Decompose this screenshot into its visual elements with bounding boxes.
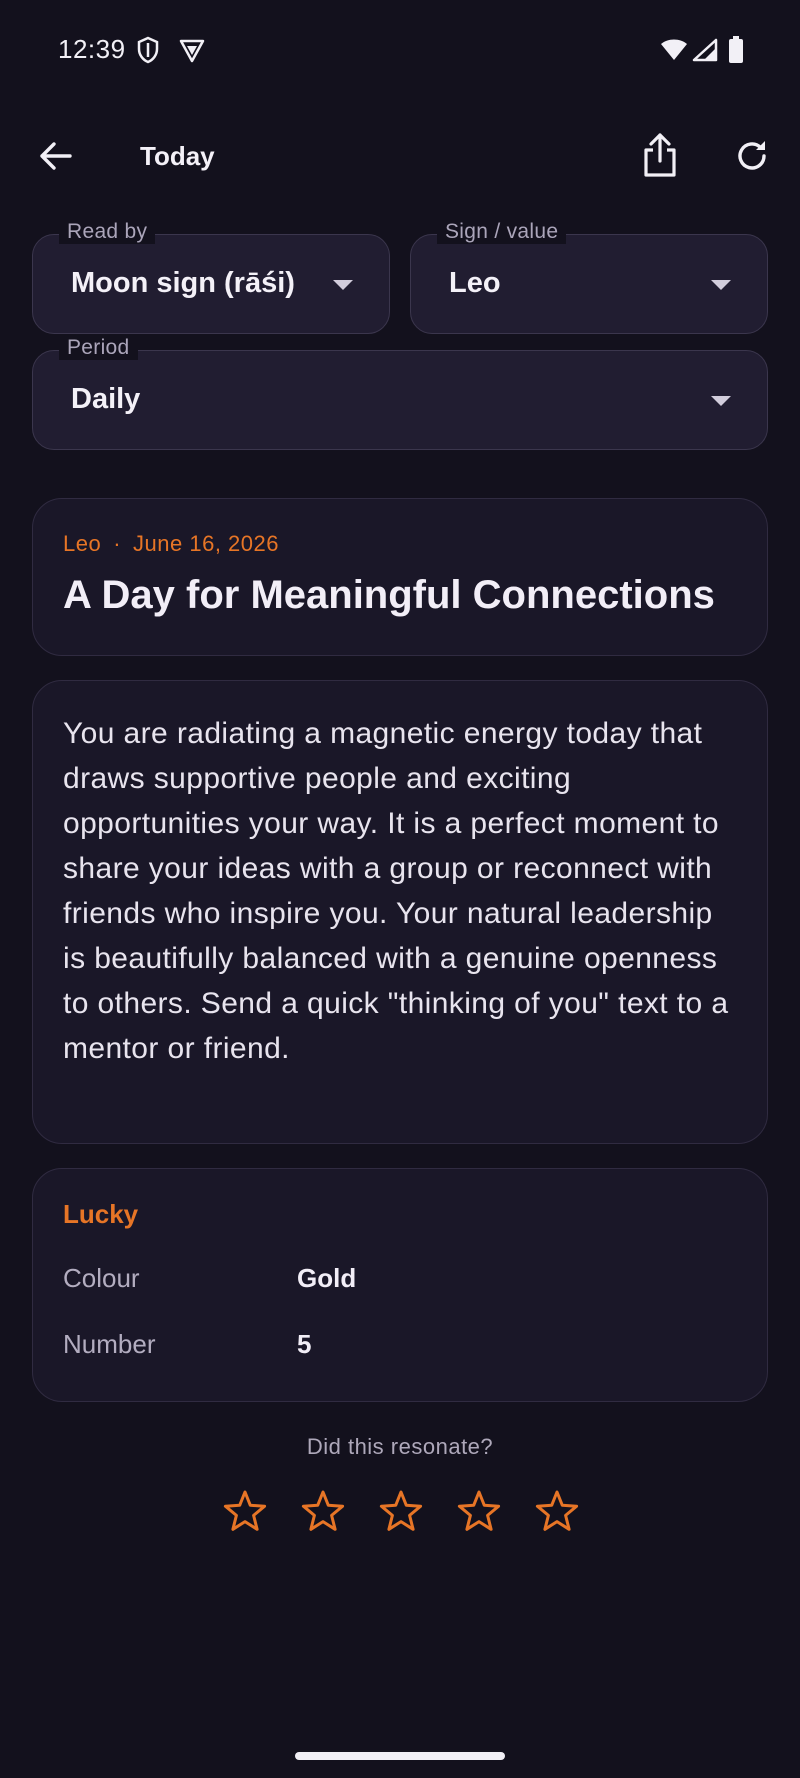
star-1-icon[interactable] bbox=[222, 1488, 268, 1534]
share-icon bbox=[644, 133, 676, 177]
reading-sign: Leo bbox=[63, 531, 102, 556]
lucky-card: Lucky Colour Gold Number 5 bbox=[32, 1168, 768, 1402]
headline-card: Leo · June 16, 2026 A Day for Meaningful C… bbox=[32, 498, 768, 656]
wifi-icon bbox=[660, 38, 688, 67]
lucky-number-value: 5 bbox=[297, 1329, 312, 1359]
refresh-icon bbox=[738, 141, 766, 170]
sign-label: Sign / value bbox=[437, 220, 567, 244]
vpn-badge-icon bbox=[178, 38, 206, 69]
lucky-number-label: Number bbox=[63, 1329, 156, 1359]
shield-icon bbox=[136, 36, 160, 69]
share-button[interactable] bbox=[636, 130, 684, 180]
app-bar: Today bbox=[0, 120, 800, 192]
read-by-dropdown[interactable]: Read by Moon sign (rāśi) bbox=[32, 220, 390, 334]
star-5-icon[interactable] bbox=[534, 1488, 580, 1534]
period-dropdown[interactable]: Period Daily bbox=[32, 336, 768, 450]
star-rating[interactable] bbox=[222, 1488, 582, 1534]
lucky-colour-value: Gold bbox=[297, 1263, 357, 1293]
resonate-prompt: Did this resonate? bbox=[306, 1434, 494, 1459]
signal-icon bbox=[692, 38, 718, 67]
chevron-down-icon bbox=[711, 396, 731, 406]
home-indicator[interactable] bbox=[295, 1752, 505, 1760]
meta-separator: · bbox=[113, 531, 122, 556]
reading-body: You are radiating a magnetic energy toda… bbox=[63, 717, 729, 1065]
lucky-colour-label: Colour bbox=[63, 1263, 140, 1293]
read-by-label: Read by bbox=[59, 220, 156, 244]
status-time: 12:39 bbox=[58, 34, 126, 64]
reading-meta: Leo · June 16, 2026 bbox=[63, 531, 279, 557]
reading-headline: A Day for Meaningful Connections bbox=[63, 573, 715, 617]
chevron-down-icon bbox=[333, 280, 353, 290]
reading-body-card: You are radiating a magnetic energy toda… bbox=[32, 680, 768, 1144]
back-arrow-icon bbox=[40, 142, 72, 170]
lucky-title: Lucky bbox=[63, 1199, 139, 1229]
status-bar: 12:39 bbox=[0, 0, 800, 100]
star-2-icon[interactable] bbox=[300, 1488, 346, 1534]
read-by-value: Moon sign (rāśi) bbox=[71, 267, 295, 299]
sign-value: Leo bbox=[449, 267, 501, 299]
sign-dropdown[interactable]: Sign / value Leo bbox=[410, 220, 768, 334]
refresh-button[interactable] bbox=[728, 132, 776, 180]
star-3-icon[interactable] bbox=[378, 1488, 424, 1534]
page-title: Today bbox=[140, 141, 215, 171]
back-button[interactable] bbox=[30, 134, 80, 178]
period-value: Daily bbox=[71, 383, 141, 415]
reading-date: June 16, 2026 bbox=[133, 531, 280, 556]
period-label: Period bbox=[59, 336, 138, 360]
chevron-down-icon bbox=[711, 280, 731, 290]
star-4-icon[interactable] bbox=[456, 1488, 502, 1534]
battery-icon bbox=[728, 36, 744, 69]
